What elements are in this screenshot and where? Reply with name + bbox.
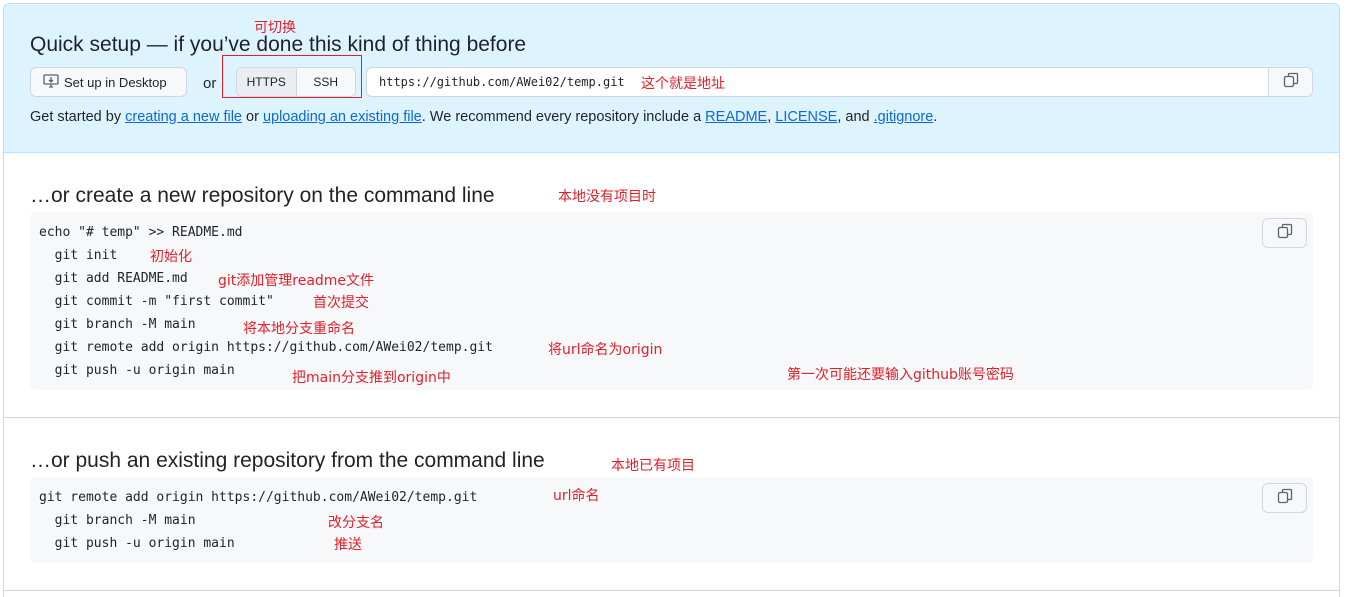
- section-divider: [4, 590, 1339, 591]
- annotation-no-local-project: 本地没有项目时: [558, 189, 656, 205]
- annotation-url-naming: url命名: [553, 488, 600, 504]
- section-divider: [4, 417, 1339, 418]
- create-code-block: echo "# temp" >> README.md git init git …: [30, 212, 1313, 390]
- gitignore-link[interactable]: .gitignore: [874, 109, 934, 125]
- annotation-push: 推送: [334, 537, 362, 553]
- readme-link[interactable]: README: [705, 109, 767, 125]
- or-label: or: [203, 75, 217, 92]
- annotation-has-local-project: 本地已有项目: [611, 458, 695, 474]
- setup-in-desktop-button[interactable]: Set up in Desktop: [30, 67, 187, 97]
- annotation-rename-branch2: 改分支名: [328, 515, 384, 531]
- code-line: git add README.md: [39, 271, 188, 286]
- annotation-switchable: 可切换: [254, 20, 296, 36]
- get-started-text: Get started by creating a new file or up…: [30, 109, 938, 125]
- setup-in-desktop-label: Set up in Desktop: [64, 74, 167, 90]
- code-line: git branch -M main: [39, 513, 196, 528]
- annotation-name-origin: 将url命名为origin: [548, 342, 663, 358]
- code-line: echo "# temp" >> README.md: [39, 225, 243, 240]
- copy-icon: [1277, 488, 1293, 509]
- protocol-highlight-box: [222, 55, 362, 98]
- code-line: git commit -m "first commit": [39, 294, 274, 309]
- code-line: git remote add origin https://github.com…: [39, 490, 478, 505]
- license-link[interactable]: LICENSE: [775, 109, 837, 125]
- clone-url-input[interactable]: https://github.com/AWei02/temp.git: [366, 67, 1269, 97]
- code-line: git push -u origin main: [39, 363, 235, 378]
- copy-icon: [1277, 223, 1293, 244]
- code-line: git push -u origin main: [39, 536, 235, 551]
- copy-create-commands-button[interactable]: [1262, 218, 1307, 248]
- annotation-login: 第一次可能还要输入github账号密码: [787, 367, 1014, 383]
- desktop-download-icon: [43, 73, 59, 92]
- push-section-title: …or push an existing repository from the…: [30, 449, 545, 472]
- copy-url-button[interactable]: [1268, 67, 1313, 97]
- annotation-git-add: git添加管理readme文件: [218, 273, 375, 289]
- copy-icon: [1283, 72, 1299, 93]
- code-line: git remote add origin https://github.com…: [39, 340, 493, 355]
- uploading-existing-file-link[interactable]: uploading an existing file: [263, 109, 422, 125]
- create-section-title: …or create a new repository on the comma…: [30, 184, 495, 207]
- copy-push-commands-button[interactable]: [1262, 483, 1307, 513]
- creating-new-file-link[interactable]: creating a new file: [125, 109, 242, 125]
- push-code-block: git remote add origin https://github.com…: [30, 477, 1313, 563]
- annotation-rename-branch: 将本地分支重命名: [243, 321, 355, 337]
- code-line: git branch -M main: [39, 317, 196, 332]
- annotation-first-commit: 首次提交: [313, 295, 369, 311]
- annotation-address: 这个就是地址: [641, 76, 725, 92]
- annotation-push-main: 把main分支推到origin中: [292, 370, 451, 386]
- code-line: git init: [39, 248, 118, 263]
- annotation-init: 初始化: [150, 249, 192, 265]
